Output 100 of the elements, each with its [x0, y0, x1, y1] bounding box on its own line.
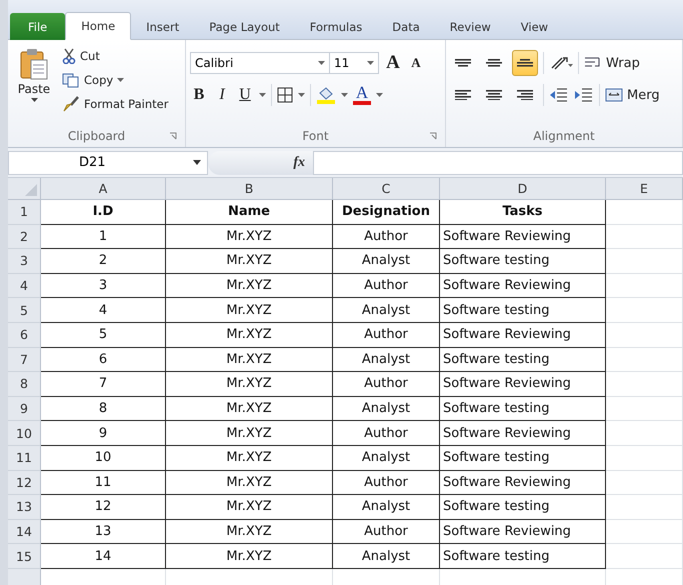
caret-icon	[298, 93, 305, 97]
table-cell: Software Reviewing	[440, 520, 606, 544]
caret-icon	[376, 93, 383, 97]
row-header[interactable]: 5	[8, 298, 41, 323]
shrink-font-button[interactable]: A	[407, 52, 425, 74]
merge-button[interactable]: Merg	[605, 85, 660, 105]
empty-cell[interactable]	[606, 348, 683, 372]
table-cell: Software testing	[440, 249, 606, 274]
table-cell: Author	[333, 274, 440, 298]
row-header[interactable]: 13	[8, 495, 41, 520]
borders-icon[interactable]	[277, 87, 293, 103]
increase-indent-icon[interactable]	[574, 86, 594, 104]
row-header[interactable]: 4	[8, 274, 41, 298]
table-cell: Analyst	[333, 396, 440, 422]
table-cell: Mr.XYZ	[166, 372, 333, 397]
file-tab[interactable]: File	[10, 13, 66, 40]
empty-cell[interactable]	[606, 446, 683, 471]
copy-button[interactable]: Copy	[62, 70, 168, 90]
align-lines-icon	[455, 90, 471, 100]
table-cell: Analyst	[333, 446, 440, 471]
table-cell: Mr.XYZ	[166, 446, 333, 471]
empty-cell[interactable]	[606, 520, 683, 544]
column-header[interactable]: E	[606, 178, 683, 199]
caret-icon	[30, 98, 38, 102]
copy-icon	[62, 72, 80, 88]
row-header[interactable]: 6	[8, 322, 41, 348]
column-header[interactable]: C	[333, 178, 440, 199]
ribbon-tab[interactable]: Home	[65, 12, 132, 40]
table-cell: Software Reviewing	[440, 470, 606, 496]
table-cell: 3	[41, 274, 166, 298]
empty-cell[interactable]	[606, 224, 683, 250]
table-cell: Analyst	[333, 249, 440, 274]
align-button[interactable]	[512, 50, 538, 76]
empty-cell[interactable]	[606, 544, 683, 569]
font-color-button[interactable]: A	[353, 85, 371, 105]
table-cell: Author	[333, 372, 440, 397]
wrap-text-button[interactable]: Wrap	[584, 53, 640, 73]
format-painter-button[interactable]: Format Painter	[62, 94, 168, 114]
empty-cell[interactable]	[606, 372, 683, 397]
name-box[interactable]: D21	[8, 150, 208, 174]
row-header[interactable]: 14	[8, 520, 41, 544]
table-cell: 6	[41, 348, 166, 372]
row-header[interactable]: 2	[8, 224, 41, 250]
table-cell: 4	[41, 298, 166, 323]
empty-cell[interactable]	[606, 470, 683, 496]
italic-button[interactable]: I	[213, 84, 231, 106]
launcher-icon[interactable]	[169, 132, 177, 140]
row-header[interactable]: 11	[8, 446, 41, 471]
table-cell: Tasks	[440, 200, 606, 225]
empty-cell[interactable]	[606, 495, 683, 520]
grow-font-button[interactable]: A	[384, 52, 402, 74]
table-cell: 7	[41, 372, 166, 397]
table-cell: 8	[41, 396, 166, 422]
empty-cell[interactable]	[606, 396, 683, 422]
table-cell: Author	[333, 470, 440, 496]
row-header[interactable]: 10	[8, 421, 41, 446]
row-header[interactable]: 12	[8, 470, 41, 496]
table-cell: 9	[41, 421, 166, 446]
insert-function-button[interactable]: fx	[293, 154, 305, 170]
group-label: Alignment	[533, 129, 595, 143]
table-cell: Analyst	[333, 298, 440, 323]
ribbon-tab[interactable]: Data	[377, 14, 435, 40]
fill-color-icon[interactable]	[316, 86, 336, 104]
ribbon-tab[interactable]: View	[506, 14, 564, 40]
table-cell: Mr.XYZ	[166, 520, 333, 544]
table-cell: 1	[41, 224, 166, 250]
paste-button[interactable]: Paste	[12, 44, 56, 125]
ribbon-tab[interactable]: Formulas	[294, 14, 378, 40]
row-header[interactable]: 3	[8, 249, 41, 274]
caret-icon	[117, 78, 124, 82]
row-header[interactable]: 8	[8, 372, 41, 397]
table-cell: 10	[41, 446, 166, 471]
ribbon-tab[interactable]: Page Layout	[194, 14, 295, 40]
empty-cell[interactable]	[606, 249, 683, 274]
row-header[interactable]: 1	[8, 200, 41, 225]
cut-button[interactable]: Cut	[62, 46, 168, 66]
table-cell: Software Reviewing	[440, 322, 606, 348]
font-name-field[interactable]: Calibri	[190, 52, 330, 74]
row-header[interactable]: 7	[8, 348, 41, 372]
bold-button[interactable]: B	[190, 84, 208, 106]
empty-cell[interactable]	[606, 421, 683, 446]
caret-icon	[318, 61, 325, 65]
row-header[interactable]: 15	[8, 544, 41, 569]
formula-input[interactable]	[313, 150, 683, 174]
table-cell: Software Reviewing	[440, 372, 606, 397]
font-size-field[interactable]: 11	[329, 52, 379, 74]
empty-cell[interactable]	[606, 298, 683, 323]
row-header[interactable]: 9	[8, 396, 41, 422]
launcher-icon[interactable]	[429, 132, 437, 140]
decrease-indent-icon[interactable]	[549, 86, 569, 104]
ribbon-tab[interactable]: Insert	[131, 14, 194, 40]
empty-cell[interactable]	[606, 274, 683, 298]
empty-cell[interactable]	[606, 200, 683, 225]
table-cell: 11	[41, 470, 166, 496]
ribbon-tab[interactable]: Review	[434, 14, 506, 40]
column-header[interactable]: B	[166, 178, 333, 199]
column-header[interactable]: A	[41, 178, 166, 199]
column-header[interactable]: D	[440, 178, 606, 199]
empty-cell[interactable]	[606, 322, 683, 348]
underline-button[interactable]: U	[236, 84, 254, 106]
